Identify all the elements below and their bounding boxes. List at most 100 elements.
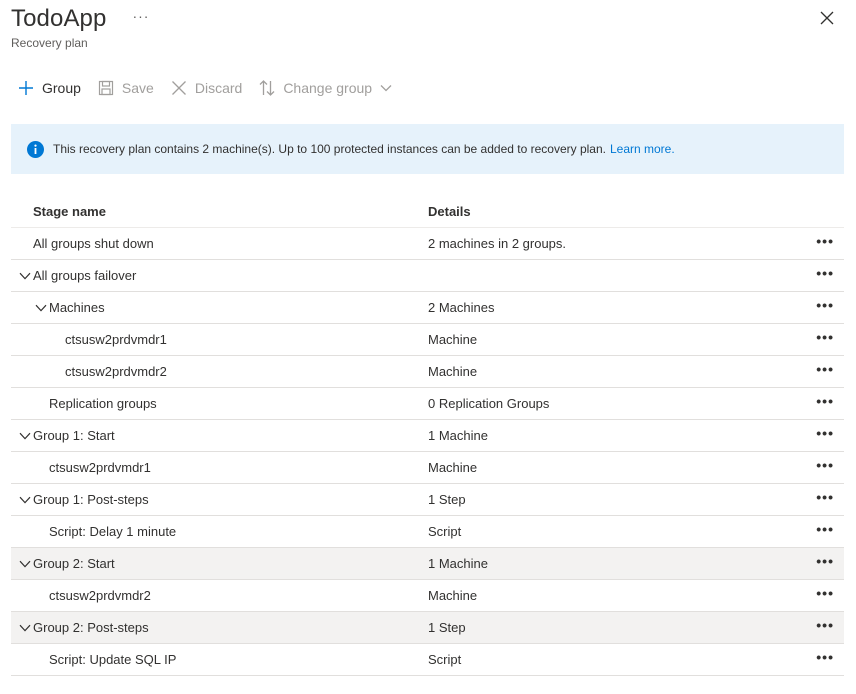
row-more-icon[interactable]: •••	[816, 266, 834, 280]
chevron-down-icon[interactable]	[17, 268, 33, 284]
details-cell: Machine	[428, 332, 478, 347]
chevron-down-icon[interactable]	[33, 300, 49, 316]
plus-icon	[19, 81, 33, 95]
table-row[interactable]: Group 2: Start 1 Machine •••	[11, 548, 844, 580]
save-label: Save	[121, 80, 154, 96]
stages-grid: Stage name Details All groups shut down 2…	[11, 196, 844, 676]
table-row[interactable]: Replication groups 0 Replication Groups ••…	[11, 388, 844, 420]
row-more-icon[interactable]: •••	[816, 490, 834, 504]
stage-name: ctsusw2prdvmdr1	[65, 332, 167, 347]
row-more-icon[interactable]: •••	[816, 426, 834, 440]
stage-cell: Script: Delay 1 minute	[11, 524, 420, 539]
row-more-icon[interactable]: •••	[816, 298, 834, 312]
table-row[interactable]: Machines 2 Machines •••	[11, 292, 844, 324]
discard-label: Discard	[194, 80, 243, 96]
grid-body: All groups shut down 2 machines in 2 grou…	[11, 228, 844, 676]
chevron-down-icon[interactable]	[17, 428, 33, 444]
stage-cell: ctsusw2prdvmdr2	[11, 364, 420, 379]
save-button[interactable]: Save	[98, 80, 154, 96]
row-more-icon[interactable]: •••	[816, 362, 834, 376]
stage-cell: Replication groups	[11, 396, 420, 411]
table-row[interactable]: Group 1: Start 1 Machine •••	[11, 420, 844, 452]
row-more-icon[interactable]: •••	[816, 618, 834, 632]
stage-cell: Group 2: Start	[11, 556, 420, 572]
stage-name: Group 1: Post-steps	[33, 492, 149, 507]
more-options-icon[interactable]: ···	[132, 1, 149, 31]
details-cell: 2 machines in 2 groups.	[428, 236, 567, 251]
column-header-details[interactable]: Details	[420, 204, 844, 219]
stage-cell: Group 2: Post-steps	[11, 620, 420, 636]
add-group-label: Group	[42, 80, 81, 96]
table-row[interactable]: All groups shut down 2 machines in 2 grou…	[11, 228, 844, 260]
stage-name: Script: Update SQL IP	[49, 652, 177, 667]
row-more-icon[interactable]: •••	[816, 554, 834, 568]
stage-cell: All groups shut down	[11, 236, 420, 251]
column-header-stage-name[interactable]: Stage name	[11, 204, 420, 219]
row-more-icon[interactable]: •••	[816, 234, 834, 248]
info-icon	[27, 140, 44, 158]
chevron-down-icon[interactable]	[17, 492, 33, 508]
sort-arrows-icon	[259, 80, 275, 96]
table-row[interactable]: ctsusw2prdvmdr1 Machine •••	[11, 324, 844, 356]
chevron-down-icon	[380, 85, 392, 92]
details-cell: 1 Step	[428, 620, 466, 635]
command-bar: Group Save Discard Change group	[18, 78, 409, 98]
details-cell: 1 Machine	[428, 556, 488, 571]
info-message: This recovery plan contains 2 machine(s)…	[53, 142, 606, 156]
stage-cell: ctsusw2prdvmdr1	[11, 332, 420, 347]
stage-cell: ctsusw2prdvmdr2	[11, 588, 420, 603]
row-more-icon[interactable]: •••	[816, 650, 834, 664]
stage-cell: Script: Update SQL IP	[11, 652, 420, 667]
discard-icon	[171, 81, 186, 95]
title-row: TodoApp ···	[11, 4, 149, 34]
discard-button[interactable]: Discard	[171, 80, 242, 96]
grid-header: Stage name Details	[11, 196, 844, 228]
details-cell: Script	[428, 652, 462, 667]
row-more-icon[interactable]: •••	[816, 522, 834, 536]
details-cell: 2 Machines	[428, 300, 495, 315]
stage-name: Group 2: Post-steps	[33, 620, 149, 635]
stage-name: ctsusw2prdvmdr2	[49, 588, 151, 603]
stage-cell: Machines	[11, 300, 420, 316]
blade-header: TodoApp ··· Recovery plan	[11, 4, 149, 50]
close-icon[interactable]	[820, 11, 834, 25]
stage-cell: Group 1: Post-steps	[11, 492, 420, 508]
table-row[interactable]: ctsusw2prdvmdr2 Machine •••	[11, 356, 844, 388]
details-cell: 1 Machine	[428, 428, 488, 443]
chevron-down-icon[interactable]	[17, 556, 33, 572]
save-icon	[98, 80, 114, 96]
stage-cell: Group 1: Start	[11, 428, 420, 444]
stage-cell: ctsusw2prdvmdr1	[11, 460, 420, 475]
table-row[interactable]: ctsusw2prdvmdr1 Machine •••	[11, 452, 844, 484]
stage-name: All groups failover	[33, 268, 137, 283]
stage-name: All groups shut down	[33, 236, 154, 251]
row-more-icon[interactable]: •••	[816, 458, 834, 472]
table-row[interactable]: Script: Delay 1 minute Script •••	[11, 516, 844, 548]
details-cell: Machine	[428, 364, 478, 379]
details-cell: Machine	[428, 460, 478, 475]
info-banner: This recovery plan contains 2 machine(s)…	[11, 124, 844, 174]
stage-name: ctsusw2prdvmdr1	[49, 460, 151, 475]
details-cell: 0 Replication Groups	[428, 396, 550, 411]
table-row[interactable]: All groups failover •••	[11, 260, 844, 292]
change-group-button[interactable]: Change group	[259, 79, 392, 97]
details-cell: 1 Step	[428, 492, 466, 507]
details-cell: Script	[428, 524, 462, 539]
stage-name: Replication groups	[49, 396, 157, 411]
chevron-down-icon[interactable]	[17, 620, 33, 636]
stage-name: ctsusw2prdvmdr2	[65, 364, 167, 379]
table-row[interactable]: Script: Update SQL IP Script •••	[11, 644, 844, 676]
row-more-icon[interactable]: •••	[816, 330, 834, 344]
stage-name: Script: Delay 1 minute	[49, 524, 177, 539]
row-more-icon[interactable]: •••	[816, 586, 834, 600]
stage-name: Group 2: Start	[33, 556, 115, 571]
add-group-button[interactable]: Group	[18, 80, 81, 96]
details-cell: Machine	[428, 588, 478, 603]
stage-name: Group 1: Start	[33, 428, 115, 443]
table-row[interactable]: ctsusw2prdvmdr2 Machine •••	[11, 580, 844, 612]
page-title: TodoApp	[11, 5, 107, 32]
row-more-icon[interactable]: •••	[816, 394, 834, 408]
table-row[interactable]: Group 2: Post-steps 1 Step •••	[11, 612, 844, 644]
table-row[interactable]: Group 1: Post-steps 1 Step •••	[11, 484, 844, 516]
learn-more-link[interactable]: Learn more.	[610, 142, 675, 156]
